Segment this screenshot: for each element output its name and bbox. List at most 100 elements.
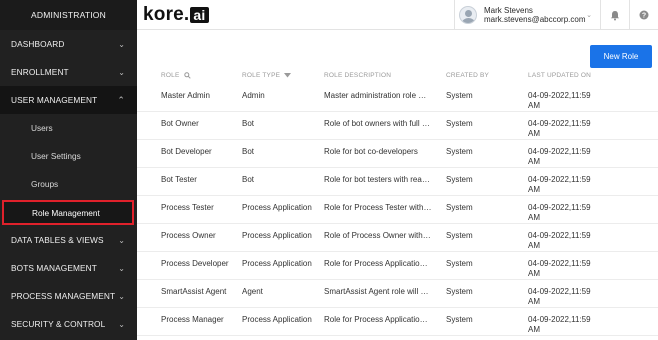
- nav-sub-user-settings[interactable]: User Settings: [0, 142, 137, 170]
- role-type-cell: Process Application: [242, 315, 312, 324]
- table-row[interactable]: Bot Tester Bot Role for bot testers with r…: [137, 168, 658, 196]
- role-description-cell: Role for Process Application M...: [324, 315, 432, 324]
- last-updated-time: AM: [528, 241, 540, 250]
- last-updated-cell: 04-09-2022,11:59 AM: [528, 175, 618, 195]
- role-description-cell: Role for Process Application co...: [324, 259, 432, 268]
- notifications-button[interactable]: [600, 0, 629, 30]
- chevron-down-icon: ⌄: [586, 12, 592, 19]
- created-by-cell: System: [446, 287, 473, 296]
- role-name-cell: Process Tester: [161, 203, 214, 212]
- nav-sub-groups[interactable]: Groups: [0, 170, 137, 198]
- last-updated-cell: 04-09-2022,11:59 AM: [528, 147, 618, 167]
- new-role-button[interactable]: New Role: [590, 45, 652, 68]
- column-header-role-label: ROLE: [161, 72, 180, 79]
- sidebar-title: ADMINISTRATION: [0, 0, 137, 30]
- created-by-cell: System: [446, 119, 473, 128]
- user-menu[interactable]: Mark Stevens mark.stevens@abccorp.com ⌄: [454, 0, 600, 30]
- role-name-cell: Bot Tester: [161, 175, 197, 184]
- user-email: mark.stevens@abccorp.com: [484, 15, 586, 24]
- role-type-cell: Bot: [242, 147, 255, 156]
- role-type-cell: Admin: [242, 91, 265, 100]
- last-updated-date: 04-09-2022,11:59: [528, 315, 591, 324]
- last-updated-date: 04-09-2022,11:59: [528, 203, 591, 212]
- created-by-cell: System: [446, 147, 473, 156]
- role-name-cell: Process Owner: [161, 231, 216, 240]
- column-header-role-type[interactable]: ROLE TYPE: [242, 72, 292, 79]
- nav-enrollment[interactable]: ENROLLMENT ⌄: [0, 58, 137, 86]
- last-updated-time: AM: [528, 101, 540, 110]
- last-updated-date: 04-09-2022,11:59: [528, 91, 591, 100]
- help-button[interactable]: ?: [629, 0, 658, 30]
- search-icon[interactable]: [183, 72, 191, 79]
- chevron-down-icon: ⌄: [118, 319, 125, 329]
- role-name-cell: SmartAssist Agent: [161, 287, 227, 296]
- last-updated-cell: 04-09-2022,11:59 AM: [528, 91, 618, 111]
- role-description-cell: Master administration role wit...: [324, 91, 432, 100]
- last-updated-date: 04-09-2022,11:59: [528, 147, 591, 156]
- nav-data-tables[interactable]: DATA TABLES & VIEWS ⌄: [0, 226, 137, 254]
- table-row[interactable]: Bot Developer Bot Role for bot co-develope…: [137, 140, 658, 168]
- last-updated-time: AM: [528, 185, 540, 194]
- column-header-role[interactable]: ROLE: [161, 72, 191, 79]
- filter-dropdown-icon[interactable]: [284, 73, 292, 78]
- nav-bots-management[interactable]: BOTS MANAGEMENT ⌄: [0, 254, 137, 282]
- role-type-cell: Agent: [242, 287, 263, 296]
- chevron-down-icon: ⌄: [118, 39, 125, 49]
- nav-user-management-label: USER MANAGEMENT: [11, 95, 98, 105]
- column-header-last-updated: LAST UPDATED ON: [528, 72, 592, 79]
- created-by-cell: System: [446, 203, 473, 212]
- last-updated-date: 04-09-2022,11:59: [528, 175, 591, 184]
- nav-security-control[interactable]: SECURITY & CONTROL ⌄: [0, 310, 137, 338]
- last-updated-cell: 04-09-2022,11:59 AM: [528, 119, 618, 139]
- table-row[interactable]: Bot Owner Bot Role of bot owners with full…: [137, 112, 658, 140]
- role-type-cell: Process Application: [242, 259, 312, 268]
- nav-process-management[interactable]: PROCESS MANAGEMENT ⌄: [0, 282, 137, 310]
- table-row[interactable]: Process Manager Process Application Role f…: [137, 308, 658, 336]
- role-name-cell: Master Admin: [161, 91, 210, 100]
- logo-text: kore.: [143, 4, 190, 25]
- table-row[interactable]: SmartAssist Agent Agent SmartAssist Agent …: [137, 280, 658, 308]
- nav-enrollment-label: ENROLLMENT: [11, 67, 69, 77]
- nav-dashboard-label: DASHBOARD: [11, 39, 65, 49]
- role-description-cell: Role of bot owners with full acc...: [324, 119, 432, 128]
- role-name-cell: Bot Developer: [161, 147, 212, 156]
- role-type-cell: Bot: [242, 119, 255, 128]
- role-type-cell: Bot: [242, 175, 255, 184]
- table-row[interactable]: Master Admin Admin Master administration r…: [137, 84, 658, 112]
- role-name-cell: Bot Owner: [161, 119, 199, 128]
- column-header-role-description: ROLE DESCRIPTION: [324, 72, 392, 79]
- table-row[interactable]: Process Owner Process Application Role of …: [137, 224, 658, 252]
- nav-security-control-label: SECURITY & CONTROL: [11, 319, 106, 329]
- table-header: ROLE ROLE TYPE ROLE DESCRIPTION CREATED …: [137, 72, 658, 84]
- role-name-cell: Process Developer: [161, 259, 229, 268]
- column-header-created-by: CREATED BY: [446, 72, 490, 79]
- logo-suffix: ai: [190, 7, 209, 23]
- last-updated-time: AM: [528, 325, 540, 334]
- help-icon: ?: [639, 10, 649, 20]
- nav-sub-role-management[interactable]: Role Management: [2, 200, 134, 225]
- table-row[interactable]: Process Developer Process Application Role…: [137, 252, 658, 280]
- role-description-cell: SmartAssist Agent role will avail...: [324, 287, 432, 296]
- last-updated-cell: 04-09-2022,11:59 AM: [528, 259, 618, 279]
- created-by-cell: System: [446, 231, 473, 240]
- last-updated-time: AM: [528, 157, 540, 166]
- nav-user-management[interactable]: USER MANAGEMENT ⌃: [0, 86, 137, 114]
- user-name: Mark Stevens: [484, 6, 533, 15]
- created-by-cell: System: [446, 315, 473, 324]
- last-updated-cell: 04-09-2022,11:59 AM: [528, 231, 618, 251]
- last-updated-time: AM: [528, 269, 540, 278]
- last-updated-date: 04-09-2022,11:59: [528, 119, 591, 128]
- role-description-cell: Role for bot co-developers: [324, 147, 418, 156]
- nav-dashboard[interactable]: DASHBOARD ⌄: [0, 30, 137, 58]
- created-by-cell: System: [446, 175, 473, 184]
- role-name-cell: Process Manager: [161, 315, 224, 324]
- sidebar: ADMINISTRATION DASHBOARD ⌄ ENROLLMENT ⌄ …: [0, 0, 137, 340]
- column-header-role-type-label: ROLE TYPE: [242, 72, 281, 79]
- svg-text:?: ?: [642, 13, 646, 20]
- last-updated-time: AM: [528, 213, 540, 222]
- last-updated-date: 04-09-2022,11:59: [528, 287, 591, 296]
- chevron-down-icon: ⌄: [118, 67, 125, 77]
- table-row[interactable]: Process Tester Process Application Role fo…: [137, 196, 658, 224]
- nav-sub-users[interactable]: Users: [0, 114, 137, 142]
- last-updated-cell: 04-09-2022,11:59 AM: [528, 315, 618, 335]
